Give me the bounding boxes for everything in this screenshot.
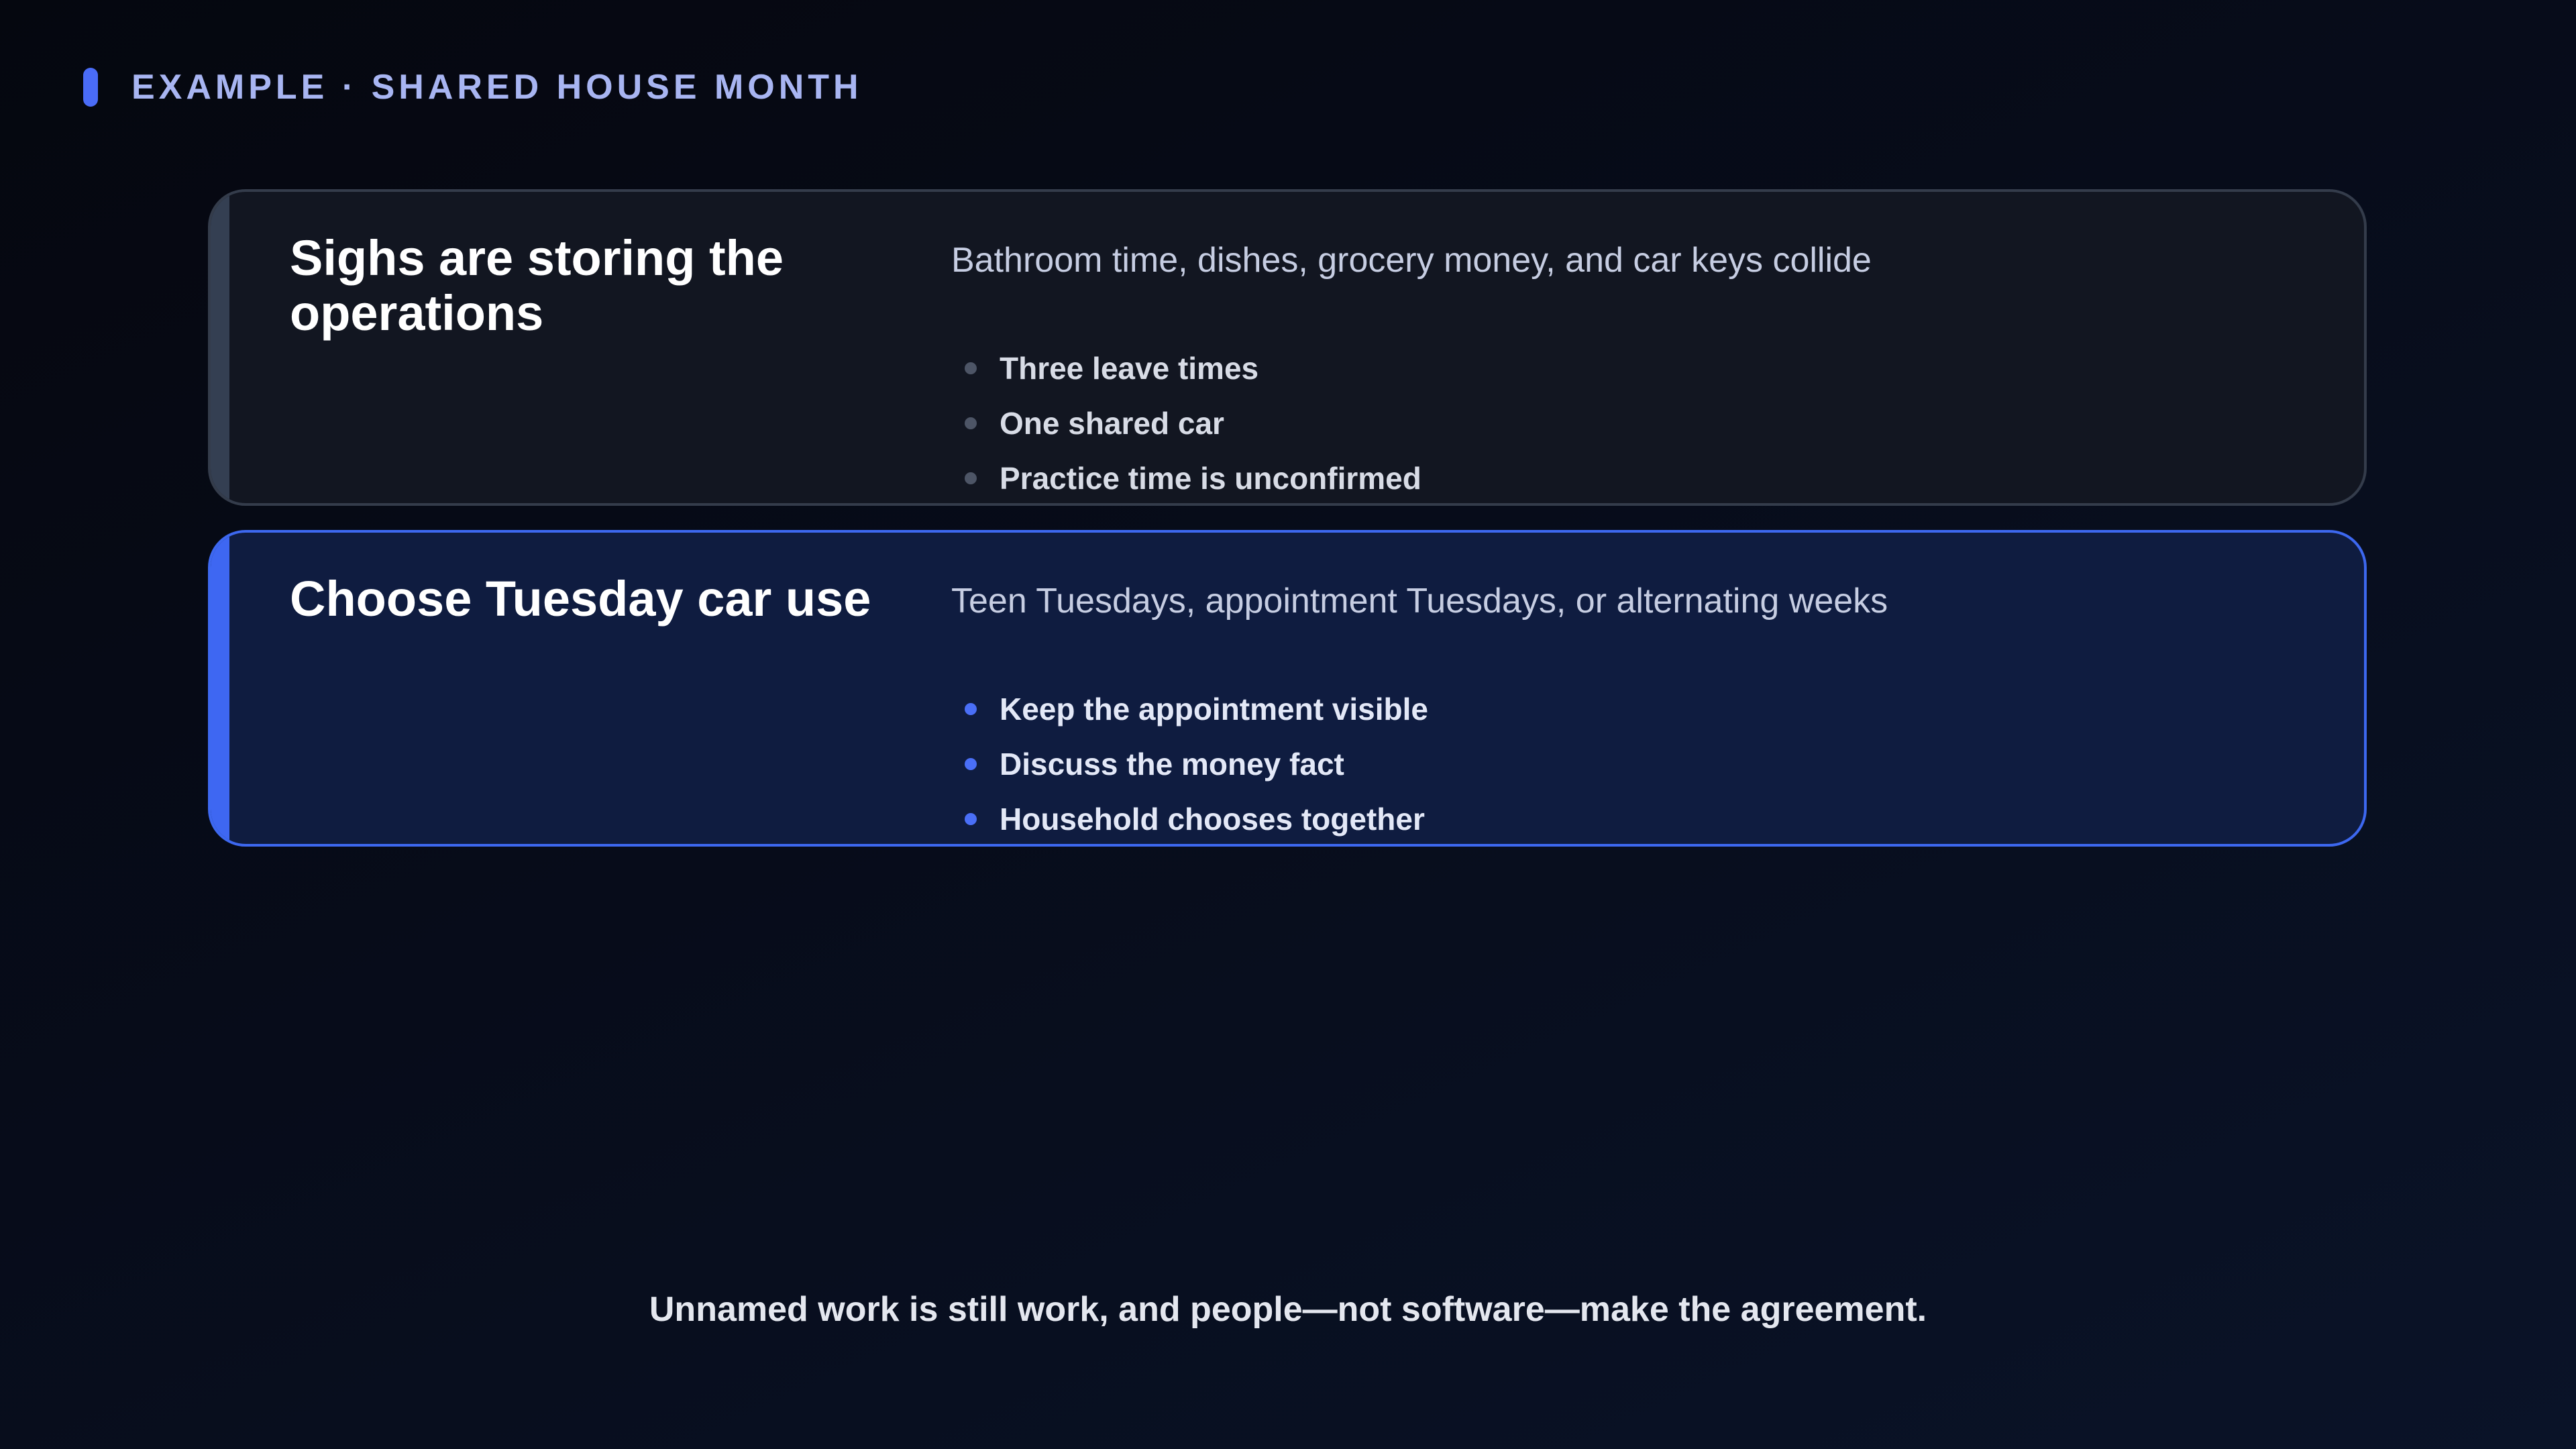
bullet-dot-icon bbox=[965, 417, 977, 429]
card-accent-bar bbox=[211, 192, 229, 503]
card-title: Sighs are storing the operations bbox=[290, 230, 784, 341]
bullet-text: Discuss the money fact bbox=[1000, 747, 1344, 782]
bullet-dot-icon bbox=[965, 362, 977, 374]
card-description: Teen Tuesdays, appointment Tuesdays, or … bbox=[951, 582, 1888, 621]
bullet-text: Household chooses together bbox=[1000, 802, 1425, 837]
card-bullet-list: Three leave times One shared car Practic… bbox=[965, 341, 1421, 503]
bullet-text: Practice time is unconfirmed bbox=[1000, 461, 1421, 496]
eyebrow-marker bbox=[83, 68, 98, 107]
bullet-text: Keep the appointment visible bbox=[1000, 692, 1428, 727]
bullet-dot-icon bbox=[965, 758, 977, 770]
bullet-dot-icon bbox=[965, 472, 977, 484]
bullet-dot-icon bbox=[965, 703, 977, 715]
card-description: Bathroom time, dishes, grocery money, an… bbox=[951, 241, 1872, 280]
bullet-item: Discuss the money fact bbox=[965, 737, 1428, 792]
eyebrow-label: EXAMPLE · SHARED HOUSE MONTH bbox=[131, 68, 863, 107]
card-accent-bar bbox=[211, 533, 229, 844]
card-decision: Choose Tuesday car use Teen Tuesdays, ap… bbox=[208, 530, 2367, 847]
bullet-dot-icon bbox=[965, 813, 977, 825]
bullet-text: One shared car bbox=[1000, 406, 1224, 441]
bullet-item: Practice time is unconfirmed bbox=[965, 451, 1421, 503]
bullet-text: Three leave times bbox=[1000, 351, 1259, 386]
card-title: Choose Tuesday car use bbox=[290, 571, 871, 627]
bullet-item: Household chooses together bbox=[965, 792, 1428, 844]
bullet-item: One shared car bbox=[965, 396, 1421, 451]
footer-takeaway: Unnamed work is still work, and people—n… bbox=[649, 1290, 1927, 1329]
card-problem: Sighs are storing the operations Bathroo… bbox=[208, 189, 2367, 506]
card-bullet-list: Keep the appointment visible Discuss the… bbox=[965, 682, 1428, 844]
section-eyebrow: EXAMPLE · SHARED HOUSE MONTH bbox=[83, 66, 863, 109]
bullet-item: Three leave times bbox=[965, 341, 1421, 396]
bullet-item: Keep the appointment visible bbox=[965, 682, 1428, 737]
